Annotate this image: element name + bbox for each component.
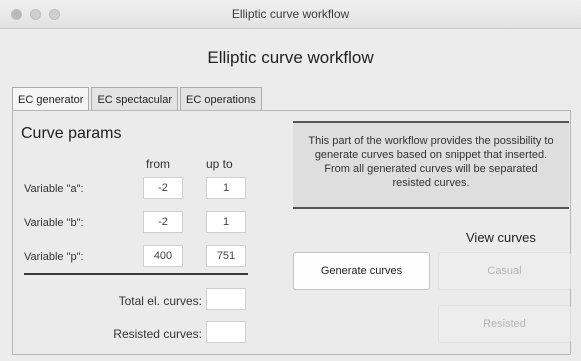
- params-divider: [24, 273, 248, 275]
- variable-b-from-input[interactable]: -2: [143, 211, 183, 233]
- resisted-curves-button[interactable]: Resisted: [438, 305, 571, 343]
- variable-p-from-input[interactable]: 400: [143, 245, 183, 267]
- variable-p-up-to-input[interactable]: 751: [206, 245, 246, 267]
- tab-ec-generator[interactable]: EC generator: [12, 87, 90, 111]
- variable-a-up-to-input[interactable]: 1: [206, 177, 246, 199]
- resisted-curves-label: Resisted curves:: [113, 327, 202, 341]
- variable-b-up-to-input[interactable]: 1: [206, 211, 246, 233]
- app-heading: Elliptic curve workflow: [207, 48, 374, 67]
- up-to-column-header: up to: [206, 157, 233, 171]
- tab-ec-operations[interactable]: EC operations: [180, 87, 262, 111]
- workflow-info-text: This part of the workflow provides the p…: [293, 121, 569, 209]
- window-titlebar: Elliptic curve workflow: [0, 0, 581, 29]
- resisted-curves-field: [206, 321, 246, 343]
- tab-bar: EC generator EC spectacular EC operation…: [12, 87, 264, 111]
- total-curves-label: Total el. curves:: [118, 294, 202, 308]
- window-title: Elliptic curve workflow: [231, 7, 350, 21]
- generate-curves-button[interactable]: Generate curves: [293, 252, 430, 290]
- casual-curves-button[interactable]: Casual: [438, 252, 571, 290]
- variable-a-label: Variable "a":: [24, 183, 84, 195]
- total-curves-field: [206, 288, 246, 310]
- view-curves-heading: View curves: [466, 230, 536, 245]
- variable-p-label: Variable "p":: [24, 251, 84, 263]
- curve-params-heading: Curve params: [21, 125, 122, 142]
- from-column-header: from: [146, 157, 170, 171]
- variable-a-from-input[interactable]: -2: [143, 177, 183, 199]
- variable-b-label: Variable "b":: [24, 217, 84, 229]
- tab-ec-spectacular[interactable]: EC spectacular: [91, 87, 179, 111]
